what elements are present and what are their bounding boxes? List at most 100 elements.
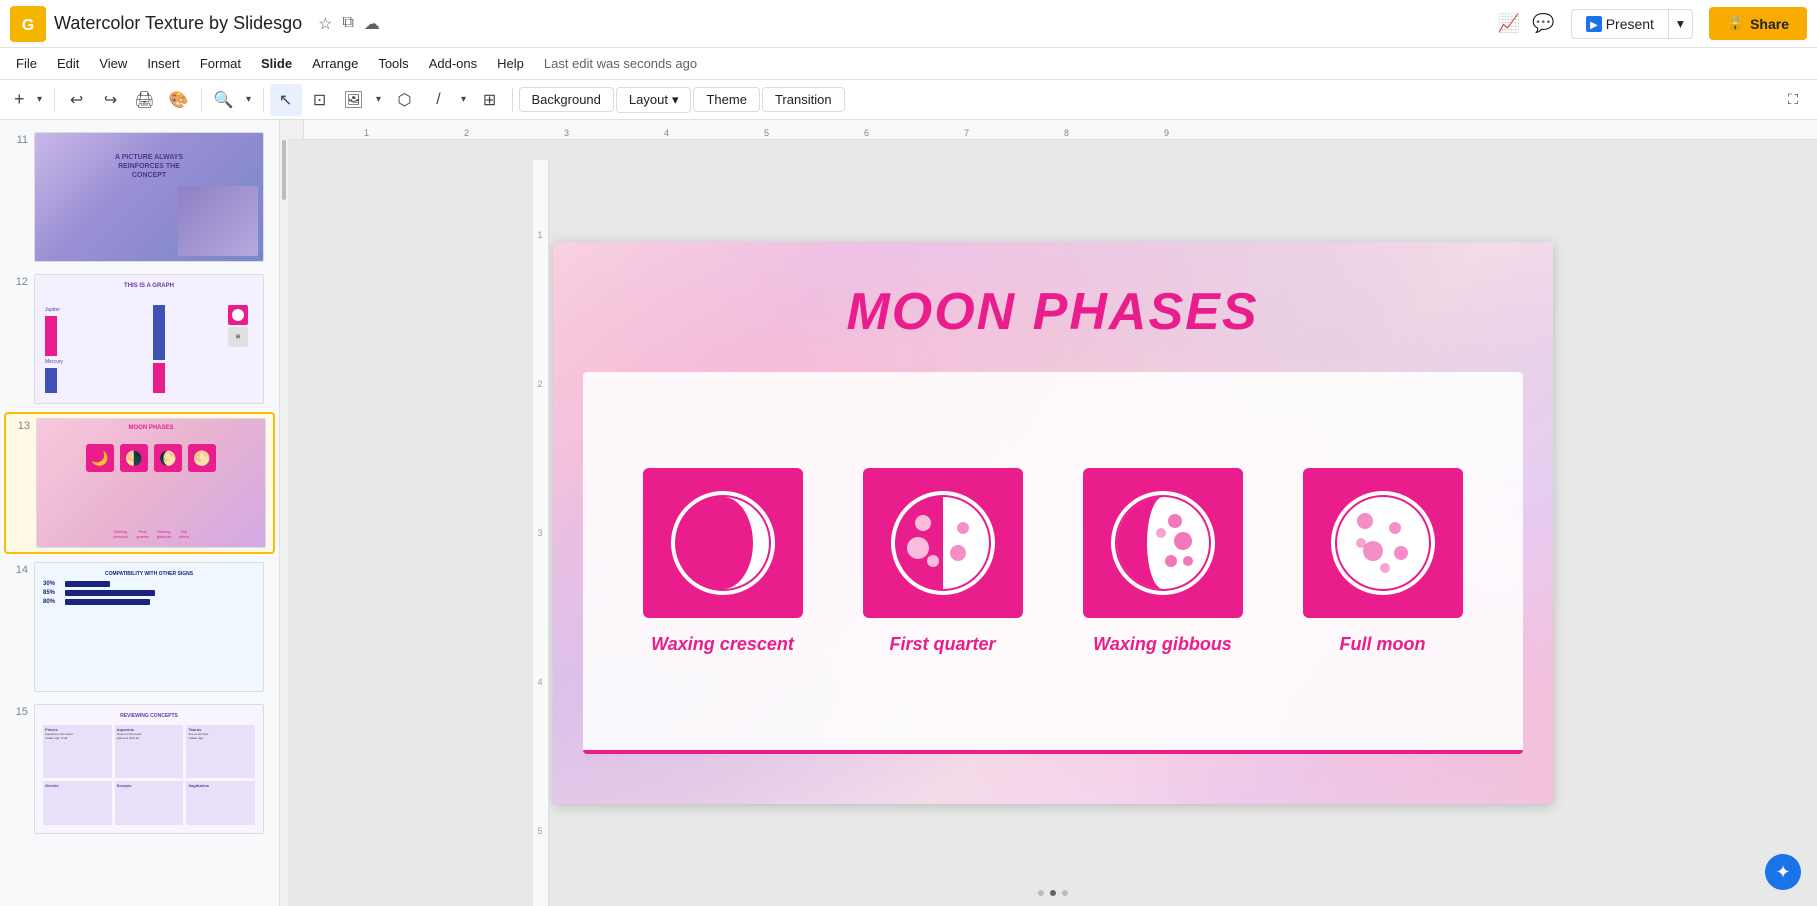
app-logo[interactable]: G: [10, 6, 46, 42]
textbox-tool[interactable]: ⊞: [474, 84, 506, 116]
menu-arrange[interactable]: Arrange: [304, 54, 366, 73]
menu-bar: File Edit View Insert Format Slide Arran…: [0, 48, 1817, 80]
star-icon[interactable]: ☆: [318, 14, 332, 34]
transition-label: Transition: [775, 92, 832, 107]
print-button[interactable]: 🖨: [129, 84, 161, 116]
folder-icon[interactable]: ⧉: [342, 14, 353, 34]
comment-icon[interactable]: 💬: [1532, 13, 1554, 34]
menu-format[interactable]: Format: [192, 54, 249, 73]
document-title: Watercolor Texture by Slidesgo: [54, 13, 302, 34]
expand-button[interactable]: ⛶: [1777, 84, 1809, 116]
moon-icon-waxing-crescent: [643, 468, 803, 618]
menu-help[interactable]: Help: [489, 54, 532, 73]
toolbar: + ▾ ↩ ↪ 🖨 🎨 🔍 ▾ ↖ ⊡ 🖼 ▾ ⬡ / ▾ ⊞ Backgrou…: [0, 80, 1817, 120]
ruler-left-5: 5: [533, 826, 548, 836]
menu-edit[interactable]: Edit: [49, 54, 87, 73]
top-bar: G Watercolor Texture by Slidesgo ☆ ⧉ ☁ 📈…: [0, 0, 1817, 48]
moon-phase-full-moon: Full moon: [1283, 468, 1483, 655]
page-dot-3[interactable]: [1062, 890, 1068, 896]
moon-icon-first-quarter: [863, 468, 1023, 618]
slide-item-14[interactable]: 14 COMPATIBILITY WITH OTHER SIGNS 30% 85…: [4, 558, 275, 696]
slide-thumb-12: THIS IS A GRAPH Jupiter Mercury: [34, 274, 264, 404]
moon-svg-full-moon: [1323, 483, 1443, 603]
moon-svg-first-quarter: [883, 483, 1003, 603]
menu-addons[interactable]: Add-ons: [421, 54, 485, 73]
ruler-top: 1 2 3 4 5 6 7 8 9: [288, 120, 1817, 140]
activity-icon[interactable]: 📈: [1498, 13, 1520, 34]
slide-item-15[interactable]: 15 REVIEWING CONCEPTS Pisces Aquarius is…: [4, 700, 275, 838]
moon-icon-full-moon: [1303, 468, 1463, 618]
slide-13-moon-3: 🌔: [154, 444, 182, 472]
ruler-mark-4: 4: [664, 128, 669, 138]
slide-item-13[interactable]: 13 MOON PHASES 🌙 🌗 🌔 🌕: [4, 412, 275, 554]
scroll-thumb[interactable]: [282, 140, 286, 200]
cloud-icon[interactable]: ☁: [364, 14, 380, 34]
paint-format-button[interactable]: 🎨: [163, 84, 195, 116]
slide-panel: 11 A PICTURE ALWAYSREINFORCES THECONCEPT…: [0, 120, 280, 906]
ruler-mark-7: 7: [964, 128, 969, 138]
present-dropdown-button[interactable]: ▾: [1669, 9, 1693, 39]
image-tool[interactable]: 🖼: [338, 84, 370, 116]
menu-insert[interactable]: Insert: [139, 54, 188, 73]
layout-button[interactable]: Layout ▾: [616, 87, 692, 113]
moon-svg-waxing-gibbous: [1103, 483, 1223, 603]
background-button[interactable]: Background: [519, 87, 614, 112]
slide-thumb-14: COMPATIBILITY WITH OTHER SIGNS 30% 85% 8…: [34, 562, 264, 692]
ruler-mark-5: 5: [764, 128, 769, 138]
add-dropdown[interactable]: ▾: [32, 84, 48, 116]
slide-13-moon-1: 🌙: [86, 444, 114, 472]
slide-11-title: A PICTURE ALWAYSREINFORCES THECONCEPT: [45, 153, 253, 180]
zoom-dropdown[interactable]: ▾: [241, 84, 257, 116]
ruler-left-2: 2: [533, 379, 548, 389]
canvas-area: 1 2 3 4 5 6 7 8 9 1 2 3 4 5: [288, 120, 1817, 906]
moon-phase-waxing-crescent: Waxing crescent: [623, 468, 823, 655]
zoom-button[interactable]: 🔍: [208, 84, 240, 116]
page-dot-2[interactable]: [1050, 890, 1056, 896]
main-area: 11 A PICTURE ALWAYSREINFORCES THECONCEPT…: [0, 120, 1817, 906]
sep1: [54, 88, 55, 112]
present-button[interactable]: ▶ Present: [1571, 9, 1669, 39]
slide-item-11[interactable]: 11 A PICTURE ALWAYSREINFORCES THECONCEPT: [4, 128, 275, 266]
sep4: [512, 88, 513, 112]
title-icons: ☆ ⧉ ☁: [318, 14, 380, 34]
shape-tool[interactable]: ⬡: [389, 84, 421, 116]
slide-num-11: 11: [8, 132, 28, 146]
accessibility-button[interactable]: ✦: [1765, 854, 1801, 890]
ruler-mark-2: 2: [464, 128, 469, 138]
top-right-icons: 📈 💬: [1498, 13, 1555, 34]
slide-thumb-15: REVIEWING CONCEPTS Pisces Aquarius is th…: [34, 704, 264, 834]
select-shape-tool[interactable]: ⊡: [304, 84, 336, 116]
share-button[interactable]: 🔒 Share: [1709, 7, 1807, 40]
moon-phase-waxing-gibbous: Waxing gibbous: [1063, 468, 1263, 655]
line-group: / ▾: [423, 84, 472, 116]
slide-title: MOON PHASES: [553, 282, 1553, 342]
select-tool[interactable]: ↖: [270, 84, 302, 116]
line-dropdown[interactable]: ▾: [456, 84, 472, 116]
slide-canvas[interactable]: MOON PHASES: [553, 242, 1553, 804]
redo-button[interactable]: ↪: [95, 84, 127, 116]
moon-svg-waxing-crescent: [663, 483, 783, 603]
image-dropdown[interactable]: ▾: [371, 84, 387, 116]
slide-14-title: COMPATIBILITY WITH OTHER SIGNS: [35, 571, 263, 577]
menu-file[interactable]: File: [8, 54, 45, 73]
scroll-area[interactable]: [280, 120, 288, 906]
layout-dropdown-icon: ▾: [672, 92, 679, 108]
add-slide-button[interactable]: +: [8, 84, 31, 116]
undo-button[interactable]: ↩: [61, 84, 93, 116]
menu-tools[interactable]: Tools: [370, 54, 416, 73]
toolbar-group-add: + ▾: [8, 84, 48, 116]
slide-13-moon-4: 🌕: [188, 444, 216, 472]
lock-icon: 🔒: [1727, 15, 1744, 32]
slide-item-12[interactable]: 12 THIS IS A GRAPH Jupiter Mercury: [4, 270, 275, 408]
slide-num-13: 13: [10, 418, 30, 432]
slide-thumb-11: A PICTURE ALWAYSREINFORCES THECONCEPT: [34, 132, 264, 262]
theme-button[interactable]: Theme: [693, 87, 759, 112]
menu-view[interactable]: View: [91, 54, 135, 73]
menu-slide[interactable]: Slide: [253, 54, 300, 73]
layout-label: Layout: [629, 92, 668, 107]
transition-button[interactable]: Transition: [762, 87, 845, 112]
line-tool[interactable]: /: [423, 84, 455, 116]
page-dot-1[interactable]: [1038, 890, 1044, 896]
ruler-left-4: 4: [533, 677, 548, 687]
moon-phase-first-quarter: First quarter: [843, 468, 1043, 655]
